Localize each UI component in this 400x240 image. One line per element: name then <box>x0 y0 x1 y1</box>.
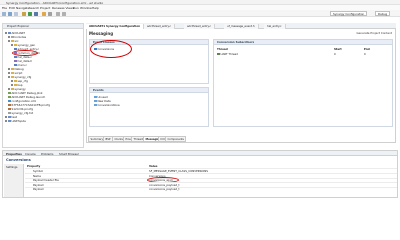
search-icon[interactable] <box>48 11 52 16</box>
expand-arrow-icon[interactable] <box>8 40 10 42</box>
properties-panel: Properties Console Problems Smart Browse… <box>2 150 398 198</box>
xml-file-icon <box>8 99 11 103</box>
expand-arrow-icon[interactable] <box>8 88 10 90</box>
generate-project-content-button[interactable]: Generate Project Content <box>356 31 392 35</box>
event-item[interactable]: ConversionDone <box>94 103 120 107</box>
expand-arrow-icon[interactable] <box>8 72 10 74</box>
row-divider <box>25 168 397 169</box>
folder-icon[interactable] <box>42 11 46 16</box>
annotation-circle-event-classes <box>90 40 132 58</box>
config-page-tabs: Summary BSP Clocks Pins Threads Messagin… <box>86 136 396 142</box>
file-icon <box>8 111 11 115</box>
expand-arrow-icon[interactable] <box>5 120 7 122</box>
folder-icon <box>11 87 14 91</box>
expand-arrow-icon[interactable] <box>8 68 10 70</box>
expand-arrow-icon[interactable] <box>11 84 13 86</box>
expand-arrow-icon[interactable] <box>11 44 13 46</box>
debug-icon[interactable] <box>34 11 38 16</box>
file-icon <box>8 95 11 99</box>
file-icon <box>8 103 11 107</box>
row-divider <box>25 182 397 183</box>
property-value[interactable]: conversions_payload_t <box>149 187 180 191</box>
c-file-icon <box>14 63 17 67</box>
new-icon[interactable] <box>2 11 6 16</box>
thread-icon <box>217 52 220 56</box>
events-section: Events Unused New Data ConversionDone <box>89 87 209 127</box>
file-icon <box>8 91 11 95</box>
run-icon[interactable] <box>28 11 32 16</box>
folder-icon <box>11 75 14 79</box>
settings-tab[interactable]: Settings <box>4 164 24 197</box>
column-end: End <box>364 47 370 51</box>
tab-smart-browser[interactable]: Smart Browser <box>59 152 79 156</box>
properties-tab-bar: Properties Console Problems Smart Browse… <box>3 151 397 156</box>
project-explorer-title: Project Explorer <box>7 24 30 28</box>
column-start: Start <box>334 47 342 51</box>
tree-item[interactable]: UARTqode <box>5 119 26 123</box>
project-icon <box>8 119 11 123</box>
page-title: Messaging <box>89 31 114 36</box>
subscriber-thread[interactable]: UART Thread <box>217 52 238 56</box>
property-key: Payload <box>33 187 44 191</box>
build-icon[interactable] <box>22 11 26 16</box>
folder-icon <box>14 79 17 83</box>
c-file-icon <box>14 55 17 59</box>
conversion-subscribers-section: Conversion Subscribers Thread Start End … <box>213 39 393 127</box>
expand-arrow-icon[interactable] <box>5 116 7 118</box>
save-icon[interactable] <box>8 11 12 16</box>
print-icon[interactable] <box>14 11 18 16</box>
subscriber-start[interactable]: 0 <box>334 52 336 56</box>
row-divider <box>25 186 397 188</box>
includes-icon <box>11 35 14 39</box>
folder-icon <box>14 43 17 47</box>
project-icon <box>8 115 11 119</box>
subscriber-end[interactable]: 0 <box>364 52 366 56</box>
project-explorer: Project Explorer ADCUART Includes src sy… <box>2 23 84 148</box>
folder-icon <box>11 67 14 71</box>
expand-arrow-icon[interactable] <box>8 36 10 38</box>
expand-arrow-icon[interactable] <box>11 80 13 82</box>
properties-title: Conversions <box>6 158 31 162</box>
tab-properties[interactable]: Properties <box>6 152 22 156</box>
event-icon <box>94 103 97 107</box>
row-divider <box>25 177 397 179</box>
back-icon[interactable] <box>56 11 60 16</box>
event-icon <box>94 95 97 99</box>
forward-icon[interactable] <box>62 11 66 16</box>
project-explorer-header: Project Explorer <box>3 24 83 29</box>
h-file-icon <box>14 59 17 63</box>
project-icon <box>8 31 11 35</box>
main-toolbar: Synergy Configuration Debug <box>0 10 400 17</box>
expand-arrow-icon[interactable] <box>8 76 10 78</box>
tab-problems[interactable]: Problems <box>41 152 53 156</box>
tab-components[interactable]: Components <box>165 136 187 142</box>
row-divider <box>25 173 397 174</box>
folder-icon <box>11 39 14 43</box>
folder-icon <box>11 71 14 75</box>
column-thread: Thread <box>217 47 228 51</box>
events-header: Events <box>90 88 208 93</box>
perspective-debug[interactable]: Debug <box>375 11 391 16</box>
window-title: Synergy Configuration - ADCUART1/configu… <box>6 0 104 5</box>
folder-icon <box>14 83 17 87</box>
file-icon <box>8 107 11 111</box>
event-icon <box>94 99 97 103</box>
subscribers-header: Conversion Subscribers <box>214 40 392 45</box>
perspective-synergy-config[interactable]: Synergy Configuration <box>330 11 368 16</box>
expand-arrow-icon[interactable] <box>5 32 7 34</box>
messaging-editor: Messaging Generate Project Content Event… <box>86 29 396 143</box>
tab-console[interactable]: Console <box>25 152 36 156</box>
